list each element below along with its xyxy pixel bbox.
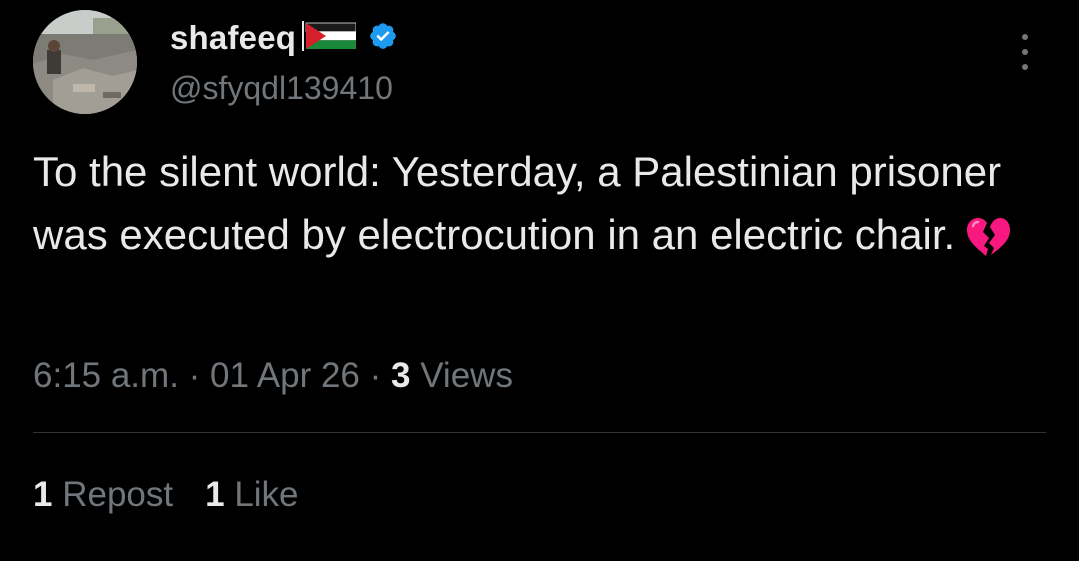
more-options-dot [1022,49,1028,55]
more-options-dot [1022,64,1028,70]
avatar[interactable] [33,10,137,114]
tweet-text: To the silent world: Yesterday, a Palest… [33,140,1043,275]
likes-label: Like [234,475,299,514]
avatar-image [33,10,137,114]
engagement-stats: 1 Repost 1 Like [33,472,331,518]
likes-stat[interactable]: 1 Like [205,472,298,518]
palestine-flag-icon [302,20,357,56]
meta-separator: · [188,356,201,395]
author-display-name[interactable]: shafeeq [170,16,296,60]
verified-badge-icon[interactable] [368,21,398,56]
reposts-label: Repost [62,475,174,514]
more-options-dot [1022,34,1028,40]
likes-count: 1 [205,475,225,514]
views-count: 3 [391,356,411,395]
reposts-count: 1 [33,475,53,514]
author-handle[interactable]: @sfyqdl139410 [170,66,393,110]
meta-separator: · [369,356,382,395]
reposts-stat[interactable]: 1 Repost [33,472,173,518]
views-label: Views [420,356,513,395]
tweet-time[interactable]: 6:15 a.m. [33,356,179,395]
broken-heart-icon [965,212,1011,275]
tweet-meta: 6:15 a.m. · 01 Apr 26 · 3 Views [33,353,513,399]
author-name-row[interactable]: shafeeq [170,16,398,60]
more-options-icon[interactable] [1010,34,1040,70]
tweet-body: To the silent world: Yesterday, a Palest… [33,148,1002,258]
tweet-date[interactable]: 01 Apr 26 [210,356,360,395]
divider [33,432,1046,433]
